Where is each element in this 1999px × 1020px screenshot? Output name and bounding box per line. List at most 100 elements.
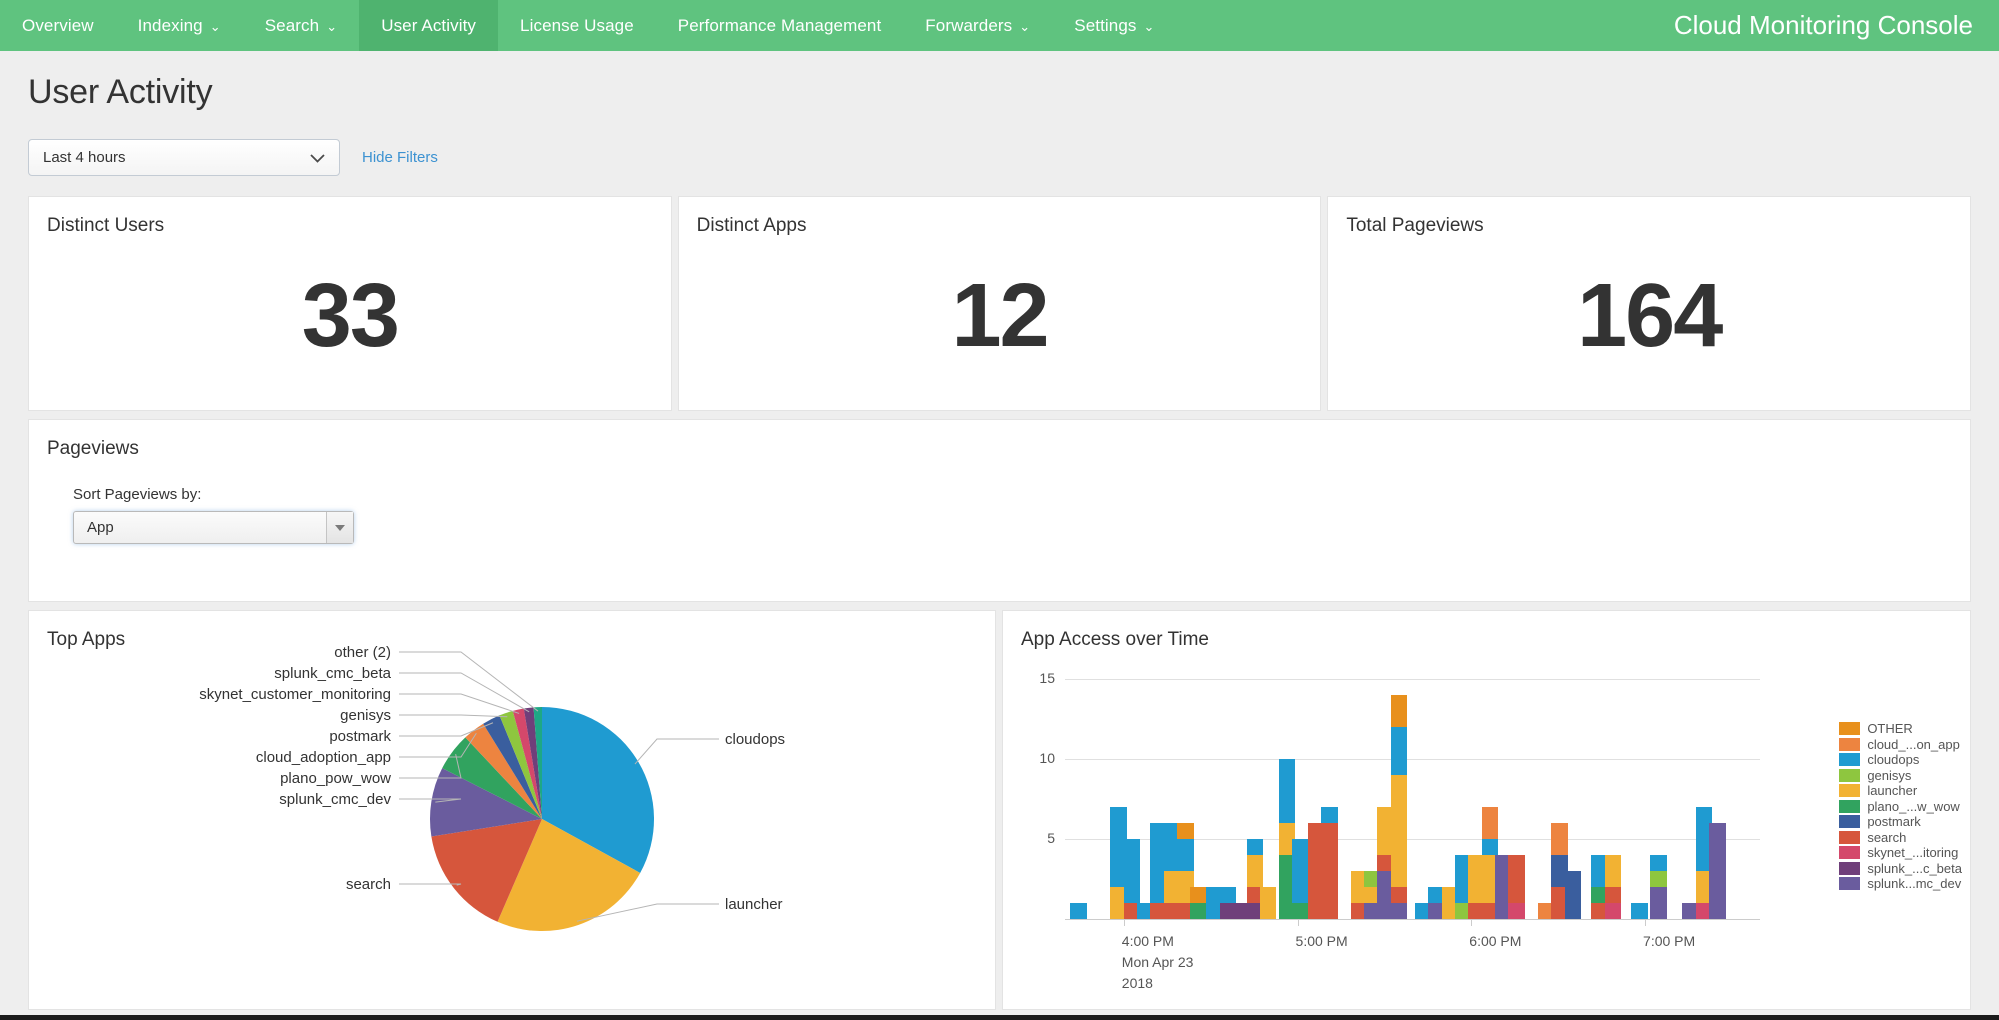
bar-segment[interactable]	[1565, 871, 1582, 919]
bar-segment[interactable]	[1650, 887, 1667, 919]
nav-item-list: OverviewIndexing⌄Search⌄User ActivityLic…	[0, 0, 1176, 51]
app-access-bar-chart: 510154:00 PMMon Apr 2320185:00 PM6:00 PM…	[1003, 651, 1970, 991]
y-gridline	[1065, 759, 1760, 760]
nav-item-user-activity[interactable]: User Activity	[359, 0, 498, 51]
legend-item[interactable]: launcher	[1839, 783, 1962, 799]
bar-segment[interactable]	[1070, 903, 1087, 919]
bar-segment[interactable]	[1124, 839, 1141, 903]
bar-segment[interactable]	[1508, 855, 1525, 903]
bar-segment[interactable]	[1482, 839, 1499, 855]
time-range-picker[interactable]: Last 4 hours	[28, 139, 340, 176]
legend-color-swatch	[1839, 815, 1860, 828]
nav-item-license-usage[interactable]: License Usage	[498, 0, 656, 51]
bar-segment[interactable]	[1605, 855, 1622, 887]
pie-slice-label: splunk_cmc_beta	[274, 665, 391, 682]
legend-item[interactable]: splunk_...c_beta	[1839, 861, 1962, 877]
bar-segment[interactable]	[1247, 855, 1264, 887]
bar-segment[interactable]	[1631, 903, 1648, 919]
legend-item[interactable]: splunk...mc_dev	[1839, 876, 1962, 892]
dropdown-arrow-icon	[326, 512, 353, 543]
app-title: Cloud Monitoring Console	[1674, 0, 1973, 51]
bar-segment[interactable]	[1190, 903, 1207, 919]
bar-segment[interactable]	[1321, 823, 1338, 919]
bar-segment[interactable]	[1177, 839, 1194, 871]
bar-stack[interactable]	[1292, 839, 1309, 919]
bar-segment[interactable]	[1247, 839, 1264, 855]
bar-stack[interactable]	[1508, 855, 1525, 919]
bar-stack[interactable]	[1260, 887, 1277, 919]
x-axis-tick	[1124, 919, 1125, 926]
sort-pageviews-label: Sort Pageviews by:	[29, 460, 1970, 503]
legend-item[interactable]: plano_...w_wow	[1839, 799, 1962, 815]
legend-color-swatch	[1839, 846, 1860, 859]
nav-item-label: License Usage	[520, 16, 634, 36]
sort-pageviews-select[interactable]: App	[73, 511, 354, 544]
bar-stack[interactable]	[1709, 823, 1726, 919]
bar-segment[interactable]	[1292, 839, 1309, 903]
x-axis-tick-label: 4:00 PM	[1122, 933, 1174, 949]
hide-filters-link[interactable]: Hide Filters	[362, 149, 438, 166]
bar-stack[interactable]	[1190, 887, 1207, 919]
nav-item-performance-management[interactable]: Performance Management	[656, 0, 903, 51]
bar-stack[interactable]	[1391, 695, 1408, 919]
stat-panel-title: Distinct Apps	[679, 197, 1321, 237]
chevron-down-icon: ⌄	[1019, 20, 1030, 33]
bar-segment[interactable]	[1650, 871, 1667, 887]
legend-item[interactable]: search	[1839, 830, 1962, 846]
bar-segment[interactable]	[1292, 903, 1309, 919]
bar-stack[interactable]	[1650, 855, 1667, 919]
nav-item-overview[interactable]: Overview	[0, 0, 116, 51]
bar-segment[interactable]	[1391, 775, 1408, 887]
nav-item-settings[interactable]: Settings⌄	[1052, 0, 1176, 51]
bar-segment[interactable]	[1482, 807, 1499, 839]
nav-item-label: Performance Management	[678, 16, 881, 36]
legend-item[interactable]: postmark	[1839, 814, 1962, 830]
bar-segment[interactable]	[1279, 759, 1296, 823]
app-access-panel: App Access over Time 510154:00 PMMon Apr…	[1002, 610, 1971, 1010]
app-access-panel-title: App Access over Time	[1003, 611, 1970, 651]
time-range-value: Last 4 hours	[43, 149, 126, 166]
stat-panel-total-pageviews: Total Pageviews 164	[1327, 196, 1971, 411]
bar-segment[interactable]	[1190, 887, 1207, 903]
bar-segment[interactable]	[1391, 727, 1408, 775]
stat-panel-value: 164	[1328, 271, 1970, 361]
top-navbar: OverviewIndexing⌄Search⌄User ActivityLic…	[0, 0, 1999, 51]
bar-segment[interactable]	[1321, 807, 1338, 823]
legend-item[interactable]: cloud_...on_app	[1839, 737, 1962, 753]
bar-segment[interactable]	[1391, 903, 1408, 919]
y-gridline	[1065, 679, 1760, 680]
nav-item-label: Indexing	[138, 16, 203, 36]
x-axis-line	[1065, 919, 1760, 920]
bar-segment[interactable]	[1650, 855, 1667, 871]
legend-color-swatch	[1839, 722, 1860, 735]
bar-segment[interactable]	[1177, 823, 1194, 839]
nav-item-indexing[interactable]: Indexing⌄	[116, 0, 243, 51]
legend-color-swatch	[1839, 738, 1860, 751]
bar-segment[interactable]	[1220, 887, 1237, 903]
legend-item[interactable]: genisys	[1839, 768, 1962, 784]
legend-item-label: launcher	[1867, 783, 1917, 798]
window-bottom-edge	[0, 1015, 1999, 1020]
legend-item[interactable]: cloudops	[1839, 752, 1962, 768]
bar-segment[interactable]	[1508, 903, 1525, 919]
bar-stack[interactable]	[1605, 855, 1622, 919]
bar-segment[interactable]	[1605, 887, 1622, 903]
bar-stack[interactable]	[1565, 871, 1582, 919]
legend-item[interactable]: OTHER	[1839, 721, 1962, 737]
legend-item[interactable]: skynet_...itoring	[1839, 845, 1962, 861]
bar-segment[interactable]	[1391, 695, 1408, 727]
bar-segment[interactable]	[1260, 887, 1277, 919]
bar-stack[interactable]	[1321, 807, 1338, 919]
bar-stack[interactable]	[1631, 903, 1648, 919]
nav-item-label: Overview	[22, 16, 94, 36]
bar-stack[interactable]	[1070, 903, 1087, 919]
bar-segment[interactable]	[1391, 887, 1408, 903]
bar-segment[interactable]	[1551, 823, 1568, 855]
legend-item-label: cloud_...on_app	[1867, 737, 1960, 752]
nav-item-forwarders[interactable]: Forwarders⌄	[903, 0, 1052, 51]
page-body: User Activity Last 4 hours Hide Filters …	[0, 51, 1999, 1020]
nav-item-search[interactable]: Search⌄	[243, 0, 359, 51]
bar-segment[interactable]	[1605, 903, 1622, 919]
bar-segment[interactable]	[1709, 823, 1726, 919]
stat-panel-title: Total Pageviews	[1328, 197, 1970, 237]
